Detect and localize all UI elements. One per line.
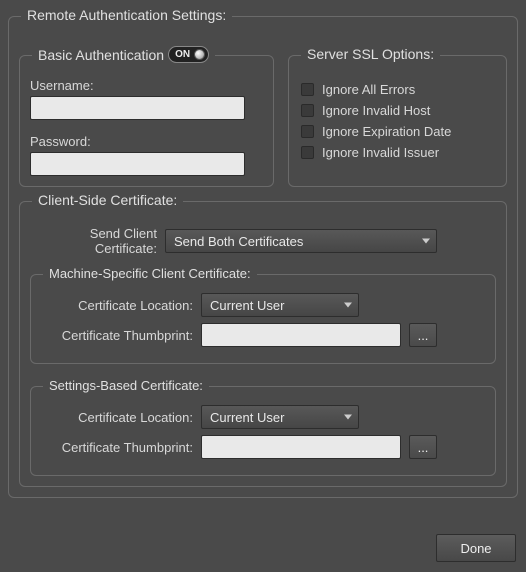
settings-cert-thumbprint-label: Certificate Thumbprint: xyxy=(41,440,201,455)
machine-cert-title: Machine-Specific Client Certificate: xyxy=(43,266,257,281)
ssl-option-label: Ignore All Errors xyxy=(322,82,415,97)
ssl-option-label: Ignore Expiration Date xyxy=(322,124,451,139)
done-button[interactable]: Done xyxy=(436,534,516,562)
send-client-cert-select[interactable]: Send Both Certificates xyxy=(165,229,437,253)
settings-cert-location-value: Current User xyxy=(210,410,284,425)
ssl-option-label: Ignore Invalid Host xyxy=(322,103,430,118)
basic-auth-toggle-label: ON xyxy=(175,49,190,60)
ssl-ignore-invalid-host[interactable]: Ignore Invalid Host xyxy=(301,103,496,118)
chevron-down-icon xyxy=(344,415,352,420)
toggle-knob-icon xyxy=(194,49,205,60)
settings-cert-title: Settings-Based Certificate: xyxy=(43,378,209,393)
settings-cert-location-select[interactable]: Current User xyxy=(201,405,359,429)
remote-auth-title: Remote Authentication Settings: xyxy=(21,7,232,23)
machine-cert-location-value: Current User xyxy=(210,298,284,313)
ssl-ignore-invalid-issuer[interactable]: Ignore Invalid Issuer xyxy=(301,145,496,160)
basic-auth-panel: Basic Authentication ON Username: Passwo… xyxy=(19,55,274,187)
password-input[interactable] xyxy=(30,152,245,176)
settings-cert-location-label: Certificate Location: xyxy=(41,410,201,425)
checkbox-icon xyxy=(301,146,314,159)
machine-cert-panel: Machine-Specific Client Certificate: Cer… xyxy=(30,274,496,364)
basic-auth-title-text: Basic Authentication xyxy=(38,47,164,63)
checkbox-icon xyxy=(301,104,314,117)
settings-cert-thumbprint-input[interactable] xyxy=(201,435,401,459)
checkbox-icon xyxy=(301,83,314,96)
settings-cert-browse-button[interactable]: ... xyxy=(409,435,437,459)
ssl-ignore-all-errors[interactable]: Ignore All Errors xyxy=(301,82,496,97)
checkbox-icon xyxy=(301,125,314,138)
password-label: Password: xyxy=(30,134,263,149)
machine-cert-thumbprint-input[interactable] xyxy=(201,323,401,347)
machine-cert-location-label: Certificate Location: xyxy=(41,298,201,313)
done-button-label: Done xyxy=(460,541,491,556)
chevron-down-icon xyxy=(422,239,430,244)
basic-auth-title: Basic Authentication ON xyxy=(32,46,215,63)
username-label: Username: xyxy=(30,78,263,93)
basic-auth-toggle[interactable]: ON xyxy=(168,46,209,63)
machine-cert-thumbprint-label: Certificate Thumbprint: xyxy=(41,328,201,343)
username-input[interactable] xyxy=(30,96,245,120)
settings-cert-panel: Settings-Based Certificate: Certificate … xyxy=(30,386,496,476)
ssl-options-panel: Server SSL Options: Ignore All Errors Ig… xyxy=(288,55,507,187)
ellipsis-icon: ... xyxy=(418,328,429,343)
remote-auth-panel: Remote Authentication Settings: Basic Au… xyxy=(8,16,518,498)
ssl-options-title: Server SSL Options: xyxy=(301,46,440,62)
ssl-ignore-expiration-date[interactable]: Ignore Expiration Date xyxy=(301,124,496,139)
machine-cert-location-select[interactable]: Current User xyxy=(201,293,359,317)
chevron-down-icon xyxy=(344,303,352,308)
machine-cert-browse-button[interactable]: ... xyxy=(409,323,437,347)
send-client-cert-value: Send Both Certificates xyxy=(174,234,303,249)
client-side-title: Client-Side Certificate: xyxy=(32,192,183,208)
ssl-option-label: Ignore Invalid Issuer xyxy=(322,145,439,160)
client-side-panel: Client-Side Certificate: Send Client Cer… xyxy=(19,201,507,487)
send-client-cert-label: Send Client Certificate: xyxy=(30,226,165,256)
ellipsis-icon: ... xyxy=(418,440,429,455)
